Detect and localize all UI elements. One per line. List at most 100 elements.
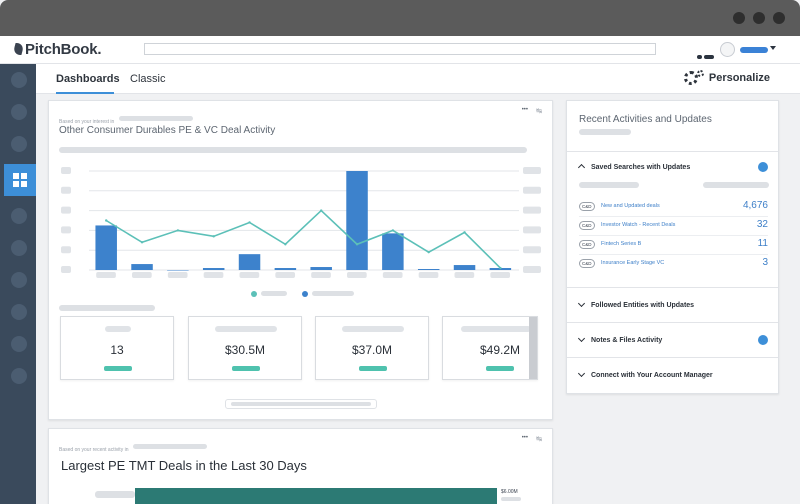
account-manager-section[interactable]: Connect with Your Account Manager	[567, 357, 778, 393]
card-title: Largest PE TMT Deals in the Last 30 Days	[61, 458, 307, 473]
chevron-down-icon[interactable]	[770, 46, 776, 50]
sidebar-item[interactable]	[11, 368, 27, 384]
sidebar-item[interactable]	[11, 240, 27, 256]
kpi-indicator	[104, 366, 132, 371]
window-chrome	[0, 0, 800, 36]
kpi-tile[interactable]: $49.2M	[442, 316, 538, 380]
x-tick-label	[454, 272, 475, 278]
kpi-tile[interactable]: $37.0M	[315, 316, 429, 380]
card-caption: Based on your recent activity in	[59, 438, 207, 456]
y-tick-right	[523, 206, 541, 214]
kpi-value: $37.0M	[351, 343, 393, 357]
chart-bar[interactable]	[274, 268, 297, 270]
saved-search-link[interactable]: Insurance Early Stage VC	[601, 260, 664, 266]
line-point[interactable]	[463, 231, 466, 234]
saved-search-count[interactable]: 4,676	[743, 200, 768, 211]
sidebar-item[interactable]	[11, 304, 27, 320]
saved-search-count[interactable]: 3	[762, 257, 768, 268]
line-point[interactable]	[140, 241, 144, 244]
kpi-value: $49.2M	[479, 343, 521, 357]
x-tick-label	[167, 272, 188, 278]
saved-search-row[interactable]: C&D New and Updated deals 4,676	[579, 198, 768, 217]
line-point[interactable]	[105, 219, 108, 222]
line-point[interactable]	[176, 229, 180, 232]
chart-bar[interactable]	[238, 254, 261, 270]
more-options-icon[interactable]: •••	[522, 107, 528, 113]
kpi-tile[interactable]: $30.5M	[188, 316, 302, 380]
window-dot-icon[interactable]	[733, 12, 745, 24]
line-point[interactable]	[212, 235, 215, 238]
x-tick-label	[239, 272, 260, 278]
window-dot-icon[interactable]	[753, 12, 765, 24]
line-point[interactable]	[248, 221, 251, 224]
scrollbar[interactable]	[529, 317, 537, 379]
line-point[interactable]	[284, 243, 287, 246]
sidebar-item[interactable]	[11, 72, 27, 88]
top-bar: PitchBook.	[0, 36, 800, 64]
saved-search-link[interactable]: Fintech Series B	[601, 241, 641, 247]
chevron-up-icon	[577, 163, 586, 172]
deal-bar-label: $6.00M	[501, 489, 518, 495]
chart-bar[interactable]	[417, 269, 440, 270]
expand-icon[interactable]: ↹	[536, 435, 542, 443]
y-tick-right	[523, 167, 541, 174]
legend-bar-icon[interactable]	[301, 290, 308, 297]
category-tag: C&D	[579, 221, 595, 230]
saved-search-link[interactable]: New and Updated deals	[601, 203, 660, 209]
followed-entities-section[interactable]: Followed Entities with Updates	[567, 287, 778, 322]
kpi-tile[interactable]: 13	[60, 316, 174, 380]
category-tag: C&D	[579, 240, 595, 249]
chart-bar[interactable]	[453, 265, 476, 270]
kpi-value: $30.5M	[224, 343, 266, 357]
chart-bar[interactable]	[346, 171, 368, 270]
x-tick-label	[132, 272, 152, 278]
line-point[interactable]	[320, 209, 323, 212]
chart-bar[interactable]	[167, 270, 189, 271]
chart-bar[interactable]	[310, 267, 332, 270]
personalize-button[interactable]: Personalize	[709, 72, 770, 84]
tab-dashboards[interactable]: Dashboards	[56, 73, 120, 85]
sidebar-item[interactable]	[11, 136, 27, 152]
saved-search-row[interactable]: C&D Insurance Early Stage VC 3	[579, 255, 768, 274]
line-point[interactable]	[391, 229, 395, 232]
more-options-icon[interactable]: •••	[522, 435, 528, 441]
legend-line-icon[interactable]	[251, 290, 257, 297]
sidebar-item[interactable]	[11, 272, 27, 288]
logo[interactable]: PitchBook.	[12, 41, 102, 58]
avatar[interactable]	[720, 42, 735, 57]
y-tick-right	[523, 186, 541, 194]
user-menu-button[interactable]	[740, 47, 768, 53]
sidebar-item[interactable]	[11, 336, 27, 352]
saved-search-count[interactable]: 11	[758, 238, 768, 249]
sidebar-item-dashboards[interactable]	[4, 164, 36, 196]
sidebar-item[interactable]	[11, 208, 27, 224]
deal-bar[interactable]	[135, 488, 497, 504]
chart-bar[interactable]	[382, 233, 404, 270]
tab-classic[interactable]: Classic	[130, 73, 165, 85]
deal-activity-chart	[61, 167, 541, 278]
x-tick-label	[347, 272, 367, 278]
chart-bar[interactable]	[95, 225, 117, 270]
grid-icon	[13, 173, 27, 187]
gear-icon[interactable]	[684, 71, 698, 85]
chart-line	[105, 209, 501, 269]
expand-icon[interactable]: ↹	[536, 107, 542, 115]
saved-search-count[interactable]: 32	[757, 219, 768, 230]
saved-search-row[interactable]: C&D Investor Watch - Recent Deals 32	[579, 217, 768, 236]
x-tick-label	[418, 272, 439, 278]
search-input[interactable]	[144, 43, 656, 55]
chart-bar[interactable]	[131, 264, 153, 270]
notes-files-section[interactable]: Notes & Files Activity	[567, 322, 778, 357]
line-point[interactable]	[427, 250, 430, 254]
line-point[interactable]	[499, 266, 502, 270]
y-tick-left	[61, 226, 71, 234]
chart-bar[interactable]	[202, 268, 225, 270]
sidebar-item[interactable]	[11, 104, 27, 120]
saved-search-link[interactable]: Investor Watch - Recent Deals	[601, 222, 675, 228]
chart-legend	[251, 285, 355, 303]
window-dot-icon[interactable]	[773, 12, 785, 24]
saved-search-row[interactable]: C&D Fintech Series B 11	[579, 236, 768, 255]
line-point[interactable]	[355, 243, 359, 246]
saved-searches-toggle[interactable]: Saved Searches with Updates	[577, 163, 690, 172]
y-tick-left	[61, 186, 71, 194]
